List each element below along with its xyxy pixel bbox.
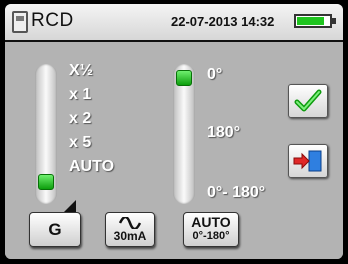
check-icon: [294, 89, 322, 112]
device-frame: RCD 22-07-2013 14:32 X½ x 1 x 2 x 5 AUTO…: [5, 4, 343, 259]
header-bar: RCD 22-07-2013 14:32: [5, 4, 343, 42]
auto-phase-line1: AUTO: [191, 214, 231, 230]
multiplier-option-auto[interactable]: AUTO: [69, 158, 114, 176]
main-panel: X½ x 1 x 2 x 5 AUTO 0° 180° 0°- 180° G 3…: [5, 42, 343, 259]
datetime: 22-07-2013 14:32: [171, 14, 275, 29]
phase-option-0-180[interactable]: 0°- 180°: [207, 184, 265, 202]
phase-slider[interactable]: [173, 64, 195, 204]
battery-level: [297, 17, 324, 25]
exit-icon: [293, 150, 322, 172]
multiplier-slider-knob[interactable]: [38, 174, 54, 190]
multiplier-option-x5[interactable]: x 5: [69, 134, 91, 152]
type-button[interactable]: G: [29, 212, 81, 247]
triangle-icon: [64, 200, 76, 212]
type-button-label: G: [48, 220, 62, 239]
multiplier-option-x2[interactable]: x 2: [69, 110, 91, 128]
auto-phase-button[interactable]: AUTO 0°-180°: [183, 212, 239, 247]
page-title: RCD: [31, 10, 74, 31]
multiplier-option-x1[interactable]: x 1: [69, 86, 91, 104]
sine-wave-icon: [119, 217, 141, 229]
phase-option-180[interactable]: 180°: [207, 124, 240, 142]
screen: RCD 22-07-2013 14:32 X½ x 1 x 2 x 5 AUTO…: [0, 0, 348, 264]
exit-button[interactable]: [288, 144, 328, 178]
meter-icon: [12, 11, 28, 33]
current-button[interactable]: 30mA: [105, 212, 155, 247]
phase-option-0[interactable]: 0°: [207, 66, 222, 84]
current-button-label: 30mA: [113, 229, 147, 243]
multiplier-slider[interactable]: [35, 64, 57, 204]
confirm-button[interactable]: [288, 84, 328, 118]
phase-slider-knob[interactable]: [176, 70, 192, 86]
multiplier-option-half[interactable]: X½: [69, 62, 93, 80]
battery-icon: [294, 14, 336, 28]
auto-phase-line2: 0°-180°: [192, 230, 230, 242]
